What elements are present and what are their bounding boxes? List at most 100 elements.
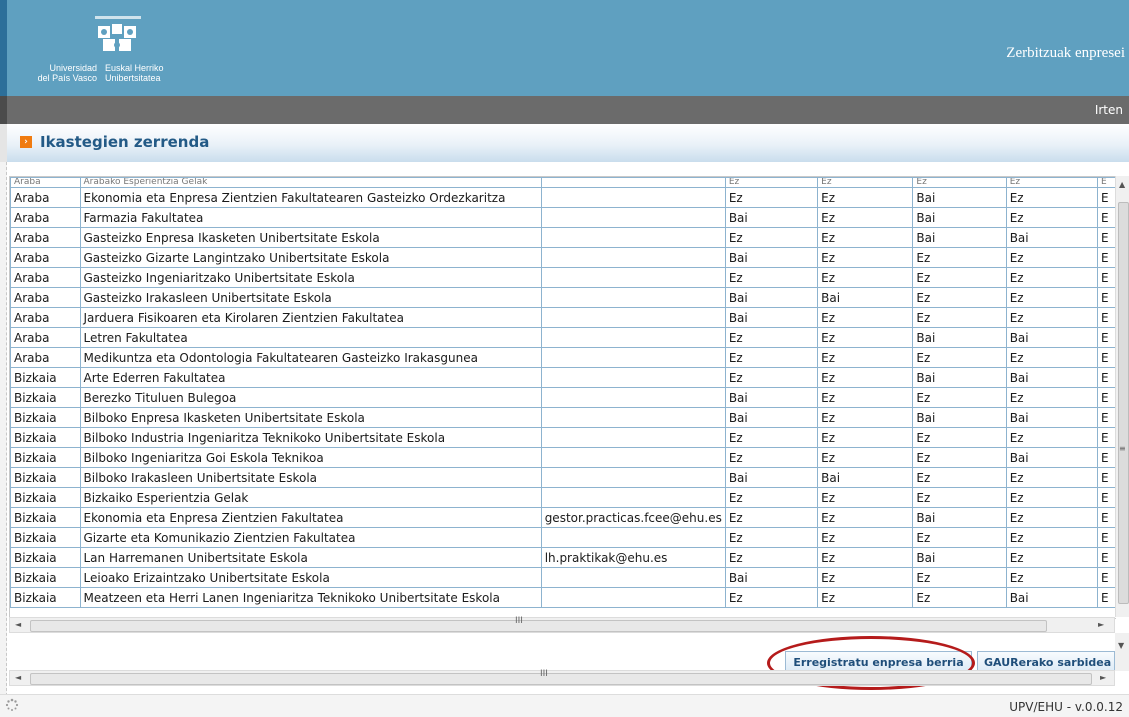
cell-center-name: Ekonomia eta Enpresa Zientzien Fakultate… <box>79 507 542 528</box>
cell-center-name: Gasteizko Ingeniaritzako Unibertsitate E… <box>79 267 542 288</box>
cell-flag-4: Ez <box>1005 207 1099 228</box>
cell-flag-5: E <box>1097 247 1116 268</box>
scroll-left-arrow-icon[interactable]: ◄ <box>15 620 21 629</box>
table-horizontal-scrollbar[interactable]: ◄ III ► <box>9 616 1115 633</box>
cell-flag-5: E <box>1097 567 1116 588</box>
cell-flag-3: Bai <box>912 327 1007 348</box>
cell-flag-2: Ez <box>817 587 914 608</box>
logout-link[interactable]: Irten <box>1095 103 1123 117</box>
table-row[interactable]: Bizkaia Bilboko Enpresa Ikasketen Unibert… <box>10 407 1116 428</box>
page-vertical-scrollbar[interactable]: ▼ <box>1115 633 1129 671</box>
header-bar: Universidad del País Vasco Euskal Herrik… <box>0 0 1129 96</box>
cell-email <box>540 567 726 588</box>
page-scroll-down-arrow-icon[interactable]: ▼ <box>1118 641 1124 650</box>
cell-flag-2: Bai <box>817 467 914 488</box>
cell-flag-1: Ez <box>724 367 819 388</box>
cell-flag-4: Bai <box>1005 447 1099 468</box>
centers-table: Araba Arabako Esperientzia Gelak Ez Ez Ez Ez E… <box>10 177 1116 608</box>
table-row[interactable]: Bizkaia Gizarte eta Komunikazio Zientzien… <box>10 527 1116 548</box>
table-row[interactable]: Bizkaia Leioako Erizaintzako Unibertsitat… <box>10 567 1116 588</box>
vertical-scroll-thumb[interactable] <box>1118 202 1129 604</box>
table-row[interactable]: Bizkaia Bizkaiko Esperientzia Gelak Ez Ez Ez… <box>10 487 1116 508</box>
cell-flag-5: E <box>1097 327 1116 348</box>
cell-province: Bizkaia <box>10 487 81 508</box>
table-row[interactable]: Araba Gasteizko Ingeniaritzako Unibertsit… <box>10 267 1116 288</box>
table-row[interactable]: Araba Medikuntza eta Odontologia Fakultat… <box>10 347 1116 368</box>
table-row[interactable]: Bizkaia Ekonomia eta Enpresa Zientzien Fa… <box>10 507 1116 528</box>
horizontal-scroll-thumb[interactable] <box>30 620 1047 632</box>
cell-email <box>540 447 726 468</box>
cell-flag-5: E <box>1097 387 1116 408</box>
cell-flag-1: Ez <box>724 447 819 468</box>
cell-flag-1: Bai <box>724 307 819 328</box>
table-row[interactable]: Araba Jarduera Fisikoaren eta Kirolaren Z… <box>10 307 1116 328</box>
cell-province: Araba <box>10 227 81 248</box>
cell-flag-3: Ez <box>912 467 1007 488</box>
table-row[interactable]: Araba Gasteizko Enpresa Ikasketen Unibert… <box>10 227 1116 248</box>
cell-email <box>540 207 726 228</box>
cell-flag-3: Bai <box>912 407 1007 428</box>
table-row[interactable]: Bizkaia Bilboko Industria Ingeniaritza Te… <box>10 427 1116 448</box>
table-row[interactable]: Bizkaia Arte Ederren Fakultatea Ez Ez Bai Bai… <box>10 367 1116 388</box>
cell-center-name: Leioako Erizaintzako Unibertsitate Eskol… <box>79 567 542 588</box>
cell-flag-2: Ez <box>817 507 914 528</box>
cell-province: Araba <box>10 347 81 368</box>
cell-flag-1: Ez <box>724 327 819 348</box>
cell-flag-1: Ez <box>724 487 819 508</box>
scroll-right-arrow-icon[interactable]: ► <box>1098 620 1104 629</box>
cell-flag-3: Ez <box>912 427 1007 448</box>
cell-province: Araba <box>10 247 81 268</box>
cell-email <box>540 177 726 188</box>
cell-email <box>540 347 726 368</box>
page-scroll-right-arrow-icon[interactable]: ► <box>1100 673 1106 682</box>
cell-email <box>540 427 726 448</box>
cell-email <box>540 187 726 208</box>
cell-flag-4: Ez <box>1005 547 1099 568</box>
cell-flag-5: E <box>1097 367 1116 388</box>
table-row[interactable]: Araba Letren Fakultatea Ez Ez Bai Bai E <box>10 327 1116 348</box>
cell-flag-4: Ez <box>1005 507 1099 528</box>
cell-center-name: Lan Harremanen Unibertsitate Eskola <box>79 547 542 568</box>
cell-province: Bizkaia <box>10 367 81 388</box>
cell-flag-4: Ez <box>1005 427 1099 448</box>
loading-spinner-icon <box>5 698 19 711</box>
cell-center-name: Ekonomia eta Enpresa Zientzien Fakultate… <box>79 187 542 208</box>
table-vertical-scrollbar[interactable]: ▲ ≡ <box>1115 176 1129 617</box>
table-row[interactable]: Bizkaia Berezko Tituluen Bulegoa Bai Ez Ez Ez… <box>10 387 1116 408</box>
table-row[interactable]: Araba Ekonomia eta Enpresa Zientzien Faku… <box>10 187 1116 208</box>
cell-center-name: Berezko Tituluen Bulegoa <box>79 387 542 408</box>
cell-flag-2: Ez <box>817 427 914 448</box>
table-row[interactable]: Bizkaia Bilboko Ingeniaritza Goi Eskola T… <box>10 447 1116 468</box>
cell-province: Araba <box>10 287 81 308</box>
table-row[interactable]: Araba Gasteizko Gizarte Langintzako Unibe… <box>10 247 1116 268</box>
page-horizontal-scrollbar[interactable]: ◄ III ► <box>9 669 1115 686</box>
cell-center-name: Gasteizko Irakasleen Unibertsitate Eskol… <box>79 287 542 308</box>
cell-email <box>540 267 726 288</box>
table-row[interactable]: Bizkaia Lan Harremanen Unibertsitate Esko… <box>10 547 1116 568</box>
table-row[interactable]: Bizkaia Bilboko Irakasleen Unibertsitate … <box>10 467 1116 488</box>
cell-flag-5: E <box>1097 487 1116 508</box>
cell-flag-4: Ez <box>1005 307 1099 328</box>
cell-flag-3: Ez <box>912 387 1007 408</box>
scroll-up-arrow-icon[interactable]: ▲ <box>1119 180 1125 189</box>
cell-flag-1: Bai <box>724 567 819 588</box>
cell-flag-4: Ez <box>1005 177 1099 188</box>
cell-province: Araba <box>10 187 81 208</box>
cell-flag-4: Bai <box>1005 407 1099 428</box>
cell-flag-5: E <box>1097 507 1116 528</box>
cell-flag-1: Ez <box>724 187 819 208</box>
cell-flag-4: Ez <box>1005 487 1099 508</box>
table-row[interactable]: Araba Gasteizko Irakasleen Unibertsitate … <box>10 287 1116 308</box>
page-horizontal-scroll-thumb[interactable] <box>30 673 1092 685</box>
table-row-partial[interactable]: Araba Arabako Esperientzia Gelak Ez Ez Ez Ez E <box>10 177 1116 188</box>
centers-table-viewport[interactable]: Araba Arabako Esperientzia Gelak Ez Ez Ez Ez E… <box>9 176 1116 619</box>
vertical-grip-icon: ≡ <box>1119 444 1126 453</box>
cell-flag-4: Ez <box>1005 527 1099 548</box>
cell-flag-5: E <box>1097 407 1116 428</box>
table-row[interactable]: Bizkaia Meatzeen eta Herri Lanen Ingeniar… <box>10 587 1116 608</box>
cell-province: Araba <box>10 307 81 328</box>
university-logo[interactable]: Universidad del País Vasco Euskal Herrik… <box>37 16 197 86</box>
table-row[interactable]: Araba Farmazia Fakultatea Bai Ez Bai Ez E <box>10 207 1116 228</box>
cell-flag-2: Ez <box>817 227 914 248</box>
page-scroll-left-arrow-icon[interactable]: ◄ <box>15 673 21 682</box>
